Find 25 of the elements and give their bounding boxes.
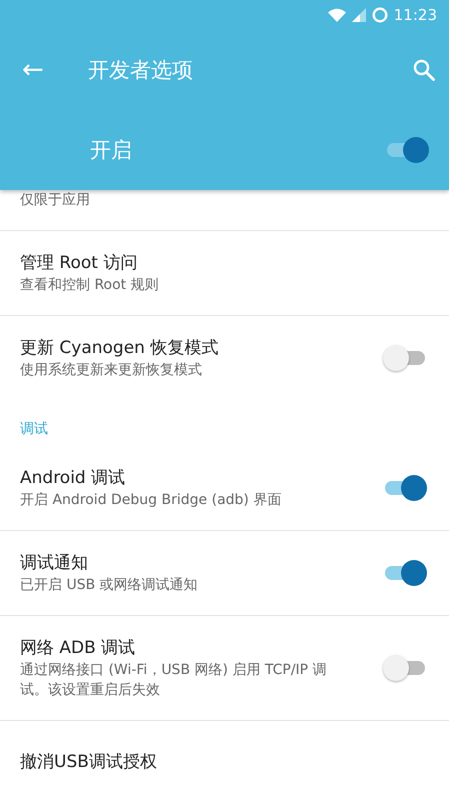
category-header: 调试	[19, 420, 49, 439]
toggle-switch[interactable]	[383, 655, 427, 681]
master-switch-label: 开启	[90, 137, 132, 164]
wifi-icon	[328, 8, 346, 22]
toggle-switch[interactable]	[383, 475, 427, 501]
toggle-switch[interactable]	[383, 560, 427, 586]
setting-title[interactable]: 更新 Cyanogen 恢复模式	[20, 336, 343, 360]
toolbar-title: 开发者选项	[88, 57, 194, 84]
setting-summary: 已开启 USB 或网络调试通知	[20, 576, 199, 595]
setting-title[interactable]: 撤消USB调试授权	[20, 750, 387, 774]
setting-summary: 通过网络接口 (Wi-Fi，USB 网络) 启用 TCP/IP 调试。该设置重启后失效	[20, 661, 328, 700]
signal-icon	[352, 8, 366, 22]
setting-title[interactable]: 管理 Root 访问	[20, 251, 387, 275]
setting-title[interactable]: 网络 ADB 调试	[20, 636, 343, 660]
setting-summary: 开启 Android Debug Bridge (adb) 界面	[20, 491, 282, 510]
setting-summary: 查看和控制 Root 规则	[20, 276, 160, 295]
battery-ring-icon	[372, 7, 388, 23]
setting-title[interactable]: Android 调试	[20, 466, 343, 490]
toggle-switch[interactable]	[383, 345, 427, 371]
setting-summary: 仅限于应用	[20, 191, 91, 210]
setting-title[interactable]: 调试通知	[20, 551, 343, 575]
search-icon[interactable]	[413, 59, 435, 81]
status-time: 11:23	[394, 6, 437, 24]
setting-summary: 使用系统更新来更新恢复模式	[20, 361, 203, 380]
master-switch[interactable]	[385, 137, 429, 163]
